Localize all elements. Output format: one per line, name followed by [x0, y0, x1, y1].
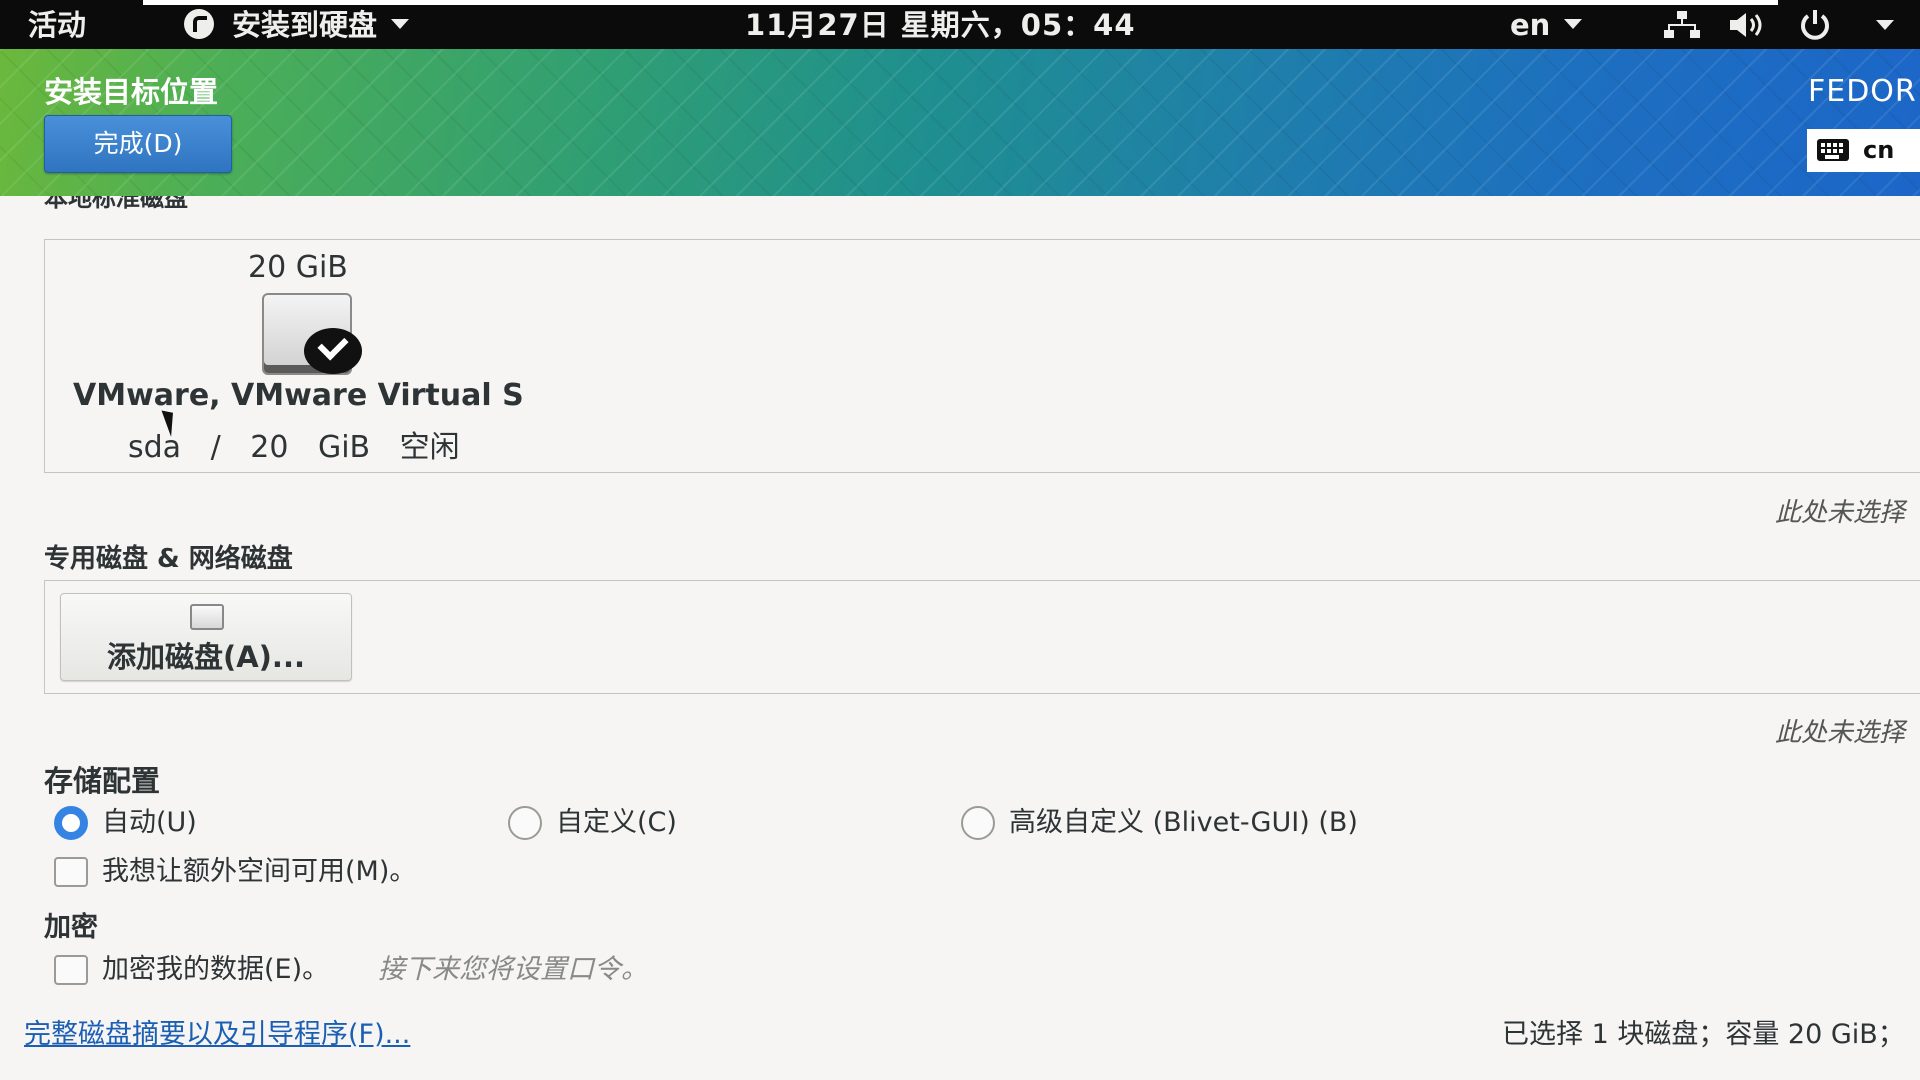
keyboard-icon [1817, 139, 1849, 161]
chevron-down-icon [391, 19, 410, 29]
selection-status: 已选择 1 块磁盘；容量 20 GiB； [1502, 1019, 1905, 1050]
encrypt-hint: 接下来您将设置口令。 [378, 954, 648, 985]
special-disks-title: 专用磁盘 & 网络磁盘 [44, 544, 293, 574]
page-title: 安装目标位置 [44, 75, 219, 109]
done-button[interactable]: 完成(D) [44, 115, 232, 173]
storage-config-title: 存储配置 [44, 764, 161, 798]
network-icon[interactable] [1664, 10, 1700, 40]
add-disk-label: 添加磁盘(A)... [106, 640, 305, 674]
chevron-down-icon [1564, 19, 1583, 29]
local-disks-title-text: 本地标准磁盘 [44, 196, 188, 212]
spoke-header: 安装目标位置 完成(D) FEDOR cn [0, 49, 1920, 196]
extra-space-checkbox[interactable] [54, 857, 88, 887]
app-menu[interactable]: 安装到硬盘 [184, 8, 410, 42]
disk-free: 20 GiB 空闲 [250, 430, 460, 465]
encryption-title: 加密 [44, 912, 98, 943]
header-texture [0, 49, 1920, 196]
extra-space-label[interactable]: 我想让额外空间可用(M)。 [102, 855, 416, 889]
power-icon[interactable] [1798, 9, 1832, 41]
encrypt-label[interactable]: 加密我的数据(E)。 [102, 953, 329, 987]
radio-advanced-custom[interactable] [961, 806, 995, 840]
local-disks-title: 本地标准磁盘 [44, 196, 188, 224]
top-strip [143, 0, 1778, 5]
disk-separator: / [210, 430, 221, 465]
app-menu-label: 安装到硬盘 [232, 8, 378, 42]
distro-name: FEDOR [1808, 74, 1917, 109]
anaconda-app-icon [184, 9, 214, 39]
disk-icon [190, 604, 224, 630]
add-disk-button[interactable]: 添加磁盘(A)... [60, 593, 352, 681]
radio-custom-label[interactable]: 自定义(C) [556, 806, 677, 840]
keyboard-layout-indicator[interactable]: cn [1807, 129, 1920, 172]
language-menu[interactable]: en [1510, 8, 1583, 42]
disk-size: 20 GiB [248, 250, 348, 285]
system-menu-chevron-icon[interactable] [1876, 20, 1894, 30]
volume-icon[interactable] [1728, 10, 1768, 40]
special-disks-note: 此处未选择 [1775, 718, 1906, 748]
top-bar: 活动 安装到硬盘 11月27日 星期六，05：44 en [0, 0, 1920, 49]
radio-automatic[interactable] [54, 806, 88, 840]
language-label: en [1510, 8, 1551, 42]
encrypt-checkbox[interactable] [54, 955, 88, 985]
radio-custom[interactable] [508, 806, 542, 840]
activities-button[interactable]: 活动 [28, 8, 86, 42]
radio-advanced-custom-label[interactable]: 高级自定义 (Blivet-GUI) (B) [1009, 806, 1358, 840]
local-disks-note: 此处未选择 [1775, 498, 1906, 528]
keyboard-layout-label: cn [1863, 136, 1895, 164]
radio-automatic-label[interactable]: 自动(U) [102, 806, 197, 840]
checkmark-icon [304, 328, 362, 374]
clock[interactable]: 11月27日 星期六，05：44 [745, 8, 1136, 42]
disk-name[interactable]: VMware, VMware Virtual S [73, 378, 524, 413]
disk-summary-link[interactable]: 完整磁盘摘要以及引导程序(F)... [24, 1012, 410, 1051]
